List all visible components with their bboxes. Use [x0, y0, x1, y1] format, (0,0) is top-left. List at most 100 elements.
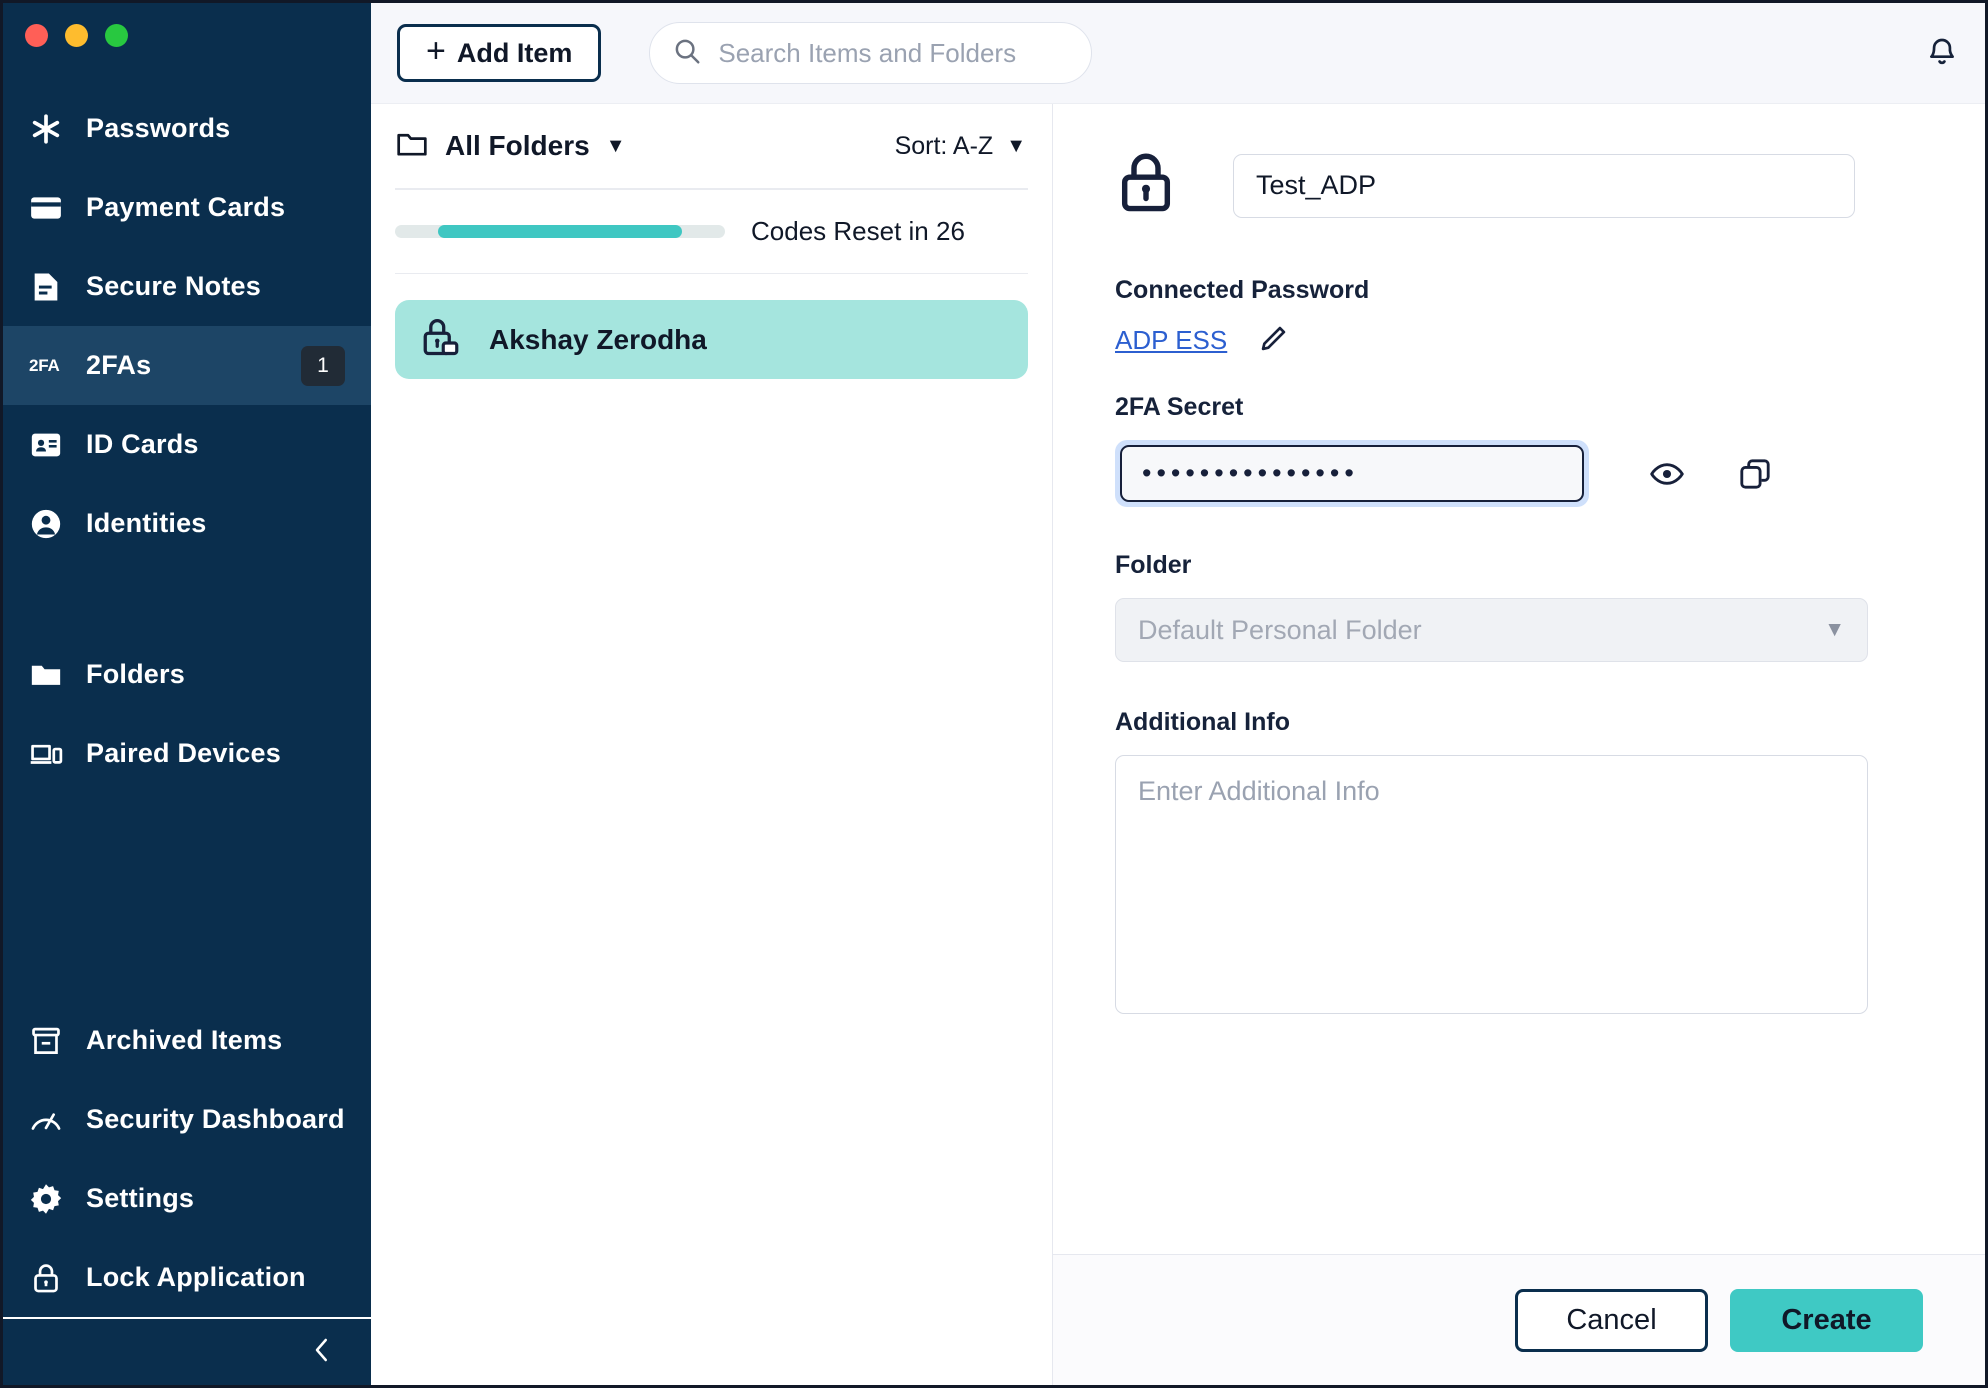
create-button[interactable]: Create [1730, 1288, 1923, 1352]
app-window: Passwords Payment Cards Secure Notes 2FA… [0, 0, 1988, 1388]
folder-field-group: Folder Default Personal Folder ▼ [1115, 551, 1923, 662]
2fa-icon-label: 2FA [29, 356, 60, 375]
items-list-panel: All Folders ▼ Sort: A-Z ▼ Codes Reset in… [371, 104, 1053, 1385]
secret-field-group: 2FA Secret [1115, 393, 1923, 507]
add-item-label: Add Item [456, 37, 573, 68]
chevron-down-icon: ▼ [1006, 135, 1026, 157]
sidebar-item-label: Folders [86, 659, 185, 689]
sidebar-item-secure-notes[interactable]: Secure Notes [3, 247, 371, 326]
sidebar-item-paired-devices[interactable]: Paired Devices [3, 714, 371, 793]
codes-reset-progress [395, 224, 725, 238]
codes-reset-timer: Codes Reset in 26 [371, 190, 1052, 273]
folder-icon [29, 658, 67, 692]
sidebar-item-label: Security Dashboard [86, 1104, 345, 1134]
add-item-button[interactable]: + Add Item [397, 24, 602, 82]
sidebar-item-passwords[interactable]: Passwords [3, 89, 371, 168]
chevron-left-icon [307, 1335, 337, 1370]
list-header: All Folders ▼ Sort: A-Z ▼ [371, 104, 1052, 188]
eye-icon[interactable] [1649, 456, 1685, 492]
folder-label: Folder [1115, 551, 1192, 579]
sidebar-item-folders[interactable]: Folders [3, 635, 371, 714]
sidebar-group-divider [3, 563, 371, 635]
secret-row [1115, 440, 1923, 507]
codes-reset-progress-fill [437, 224, 683, 238]
sidebar-item-archived-items[interactable]: Archived Items [3, 1001, 371, 1080]
connected-password-label: Connected Password [1115, 276, 1370, 304]
folder-filter-label: All Folders [445, 130, 590, 161]
copy-icon[interactable] [1737, 456, 1773, 492]
cancel-button[interactable]: Cancel [1515, 1288, 1708, 1352]
detail-form: Connected Password ADP ESS 2FA Secret [1053, 104, 1985, 1254]
connected-password-link[interactable]: ADP ESS [1115, 325, 1227, 356]
detail-footer: Cancel Create [1053, 1254, 1985, 1385]
sidebar-item-label: Archived Items [86, 1025, 283, 1055]
sidebar-item-identities[interactable]: Identities [3, 484, 371, 563]
credit-card-icon [29, 191, 67, 225]
sidebar-item-badge: 1 [301, 345, 345, 386]
detail-fields: Connected Password ADP ESS 2FA Secret ••… [1053, 276, 1985, 1019]
topbar: + Add Item [371, 3, 1985, 104]
sidebar-item-label: Lock Application [86, 1262, 306, 1292]
connected-password-row: ADP ESS [1115, 323, 1923, 357]
list-item-label: Akshay Zerodha [489, 323, 707, 355]
window-traffic-lights [3, 3, 371, 67]
devices-icon [29, 737, 67, 771]
sidebar-item-label: Paired Devices [86, 738, 281, 768]
folder-select[interactable]: Default Personal Folder ▼ [1115, 598, 1868, 662]
chevron-down-icon: ▼ [605, 135, 626, 157]
sidebar-item-label: Identities [86, 508, 207, 538]
secret-input-focus-ring [1115, 440, 1589, 507]
additional-info-label: Additional Info [1115, 708, 1290, 736]
secret-label: 2FA Secret [1115, 393, 1244, 421]
item-name-input[interactable] [1233, 153, 1855, 218]
sort-dropdown[interactable]: Sort: A-Z ▼ [895, 132, 1026, 161]
sidebar-item-2fas[interactable]: 2FA 2FAs 1 [3, 326, 371, 405]
additional-info-textarea[interactable] [1115, 755, 1868, 1014]
asterisk-icon [29, 112, 67, 146]
sidebar-item-id-cards[interactable]: ID Cards [3, 405, 371, 484]
search-icon [672, 36, 702, 71]
lock-icon [1115, 152, 1177, 219]
sidebar-item-lock-application[interactable]: Lock Application [3, 1238, 371, 1317]
folder-select-value: Default Personal Folder [1138, 614, 1422, 645]
folder-outline-icon [395, 127, 429, 166]
id-card-icon [29, 428, 67, 462]
secret-actions [1649, 456, 1773, 492]
sidebar-item-label: ID Cards [86, 429, 199, 459]
codes-reset-label: Codes Reset in 26 [751, 215, 965, 246]
gauge-icon [29, 1103, 67, 1137]
sidebar-nav-secondary: Archived Items Security Dashboard Settin… [3, 1001, 371, 1385]
folder-filter-dropdown[interactable]: All Folders ▼ [395, 127, 626, 166]
sidebar-item-label: Payment Cards [86, 192, 286, 222]
additional-info-group: Additional Info [1115, 708, 1923, 1019]
list-item[interactable]: Akshay Zerodha [395, 300, 1028, 379]
minimize-window-button[interactable] [65, 23, 88, 47]
search-box[interactable] [649, 22, 1093, 84]
sidebar-item-payment-cards[interactable]: Payment Cards [3, 168, 371, 247]
sidebar-collapse-button[interactable] [3, 1317, 371, 1385]
sidebar: Passwords Payment Cards Secure Notes 2FA… [3, 3, 371, 1385]
sidebar-item-security-dashboard[interactable]: Security Dashboard [3, 1080, 371, 1159]
close-window-button[interactable] [25, 23, 48, 47]
sidebar-item-settings[interactable]: Settings [3, 1159, 371, 1238]
sidebar-item-label: 2FAs [86, 350, 152, 380]
2fa-icon: 2FA [29, 357, 67, 374]
detail-title-row [1053, 152, 1985, 219]
search-input[interactable] [718, 37, 1070, 69]
zoom-window-button[interactable] [105, 23, 128, 47]
items-list: Akshay Zerodha [371, 274, 1052, 379]
lock-copy-icon [417, 313, 465, 366]
plus-icon: + [426, 31, 446, 70]
secret-input[interactable] [1120, 445, 1584, 502]
bell-icon[interactable] [1925, 36, 1959, 70]
sidebar-nav-primary: Passwords Payment Cards Secure Notes 2FA… [3, 67, 371, 793]
identity-icon [29, 507, 67, 541]
pencil-icon[interactable] [1255, 323, 1289, 357]
sidebar-item-label: Passwords [86, 113, 231, 143]
sort-label: Sort: A-Z [894, 131, 994, 160]
gear-icon [29, 1182, 67, 1216]
sidebar-item-label: Settings [86, 1183, 195, 1213]
lock-icon [29, 1261, 67, 1295]
archive-icon [29, 1024, 67, 1058]
